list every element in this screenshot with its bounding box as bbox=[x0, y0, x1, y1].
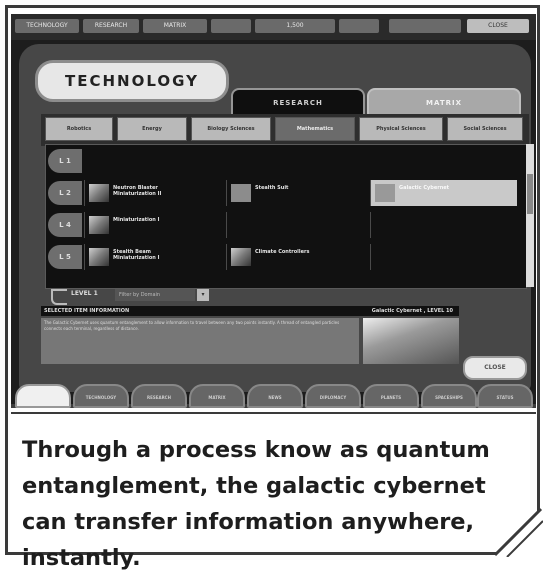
grid-row: L 5 Stealth Beam Miniaturization I Clima… bbox=[46, 243, 516, 271]
top-bar-item[interactable] bbox=[389, 19, 461, 33]
credits-readout: 1,500 bbox=[255, 19, 335, 33]
tech-cell[interactable]: Stealth Suit bbox=[226, 180, 369, 206]
tech-name: Stealth Suit bbox=[255, 185, 289, 191]
tech-thumbnail bbox=[231, 184, 251, 202]
info-description: The Galactic Cybernet uses quantum entan… bbox=[41, 318, 359, 364]
grid-row: L 4 Miniaturization I bbox=[46, 211, 516, 239]
tech-thumbnail bbox=[231, 248, 251, 266]
close-button[interactable]: CLOSE bbox=[463, 356, 527, 380]
level-label: L 4 bbox=[48, 213, 82, 237]
tech-name: Climate Controllers bbox=[255, 249, 310, 255]
bottom-tab[interactable]: RESEARCH bbox=[131, 384, 187, 408]
tech-cell[interactable]: Stealth Beam Miniaturization I bbox=[84, 244, 225, 270]
info-title: SELECTED ITEM INFORMATION bbox=[44, 308, 130, 314]
top-bar-item[interactable]: TECHNOLOGY bbox=[15, 19, 79, 33]
tech-cell-empty bbox=[370, 212, 517, 238]
info-header: SELECTED ITEM INFORMATION Galactic Cyber… bbox=[41, 306, 459, 316]
tech-thumbnail bbox=[89, 248, 109, 266]
level-label: LEVEL 1 bbox=[71, 290, 98, 297]
chevron-down-icon[interactable]: ▾ bbox=[197, 289, 209, 301]
tech-preview-image bbox=[363, 318, 459, 364]
game-screen: TECHNOLOGY RESEARCH MATRIX 1,500 CLOSE T… bbox=[11, 14, 536, 408]
subtab-mathematics[interactable]: Mathematics bbox=[275, 117, 355, 141]
domain-dropdown[interactable]: Filter by Domain bbox=[115, 289, 195, 301]
tech-name: Neutron Blaster Miniaturization II bbox=[113, 185, 162, 197]
tech-thumbnail bbox=[375, 184, 395, 202]
subtab-robotics[interactable]: Robotics bbox=[45, 117, 113, 141]
tech-cell[interactable]: Neutron Blaster Miniaturization II bbox=[84, 180, 225, 206]
top-bar-item[interactable] bbox=[211, 19, 251, 33]
top-bar-item[interactable] bbox=[339, 19, 379, 33]
info-item-level: Galactic Cybernet , LEVEL 10 bbox=[371, 308, 453, 314]
bottom-tab[interactable]: DIPLOMACY bbox=[305, 384, 361, 408]
grid-row: L 2 Neutron Blaster Miniaturization II S… bbox=[46, 179, 517, 207]
bottom-tab[interactable]: PLANETS bbox=[363, 384, 419, 408]
grid-row: L 1 bbox=[46, 147, 516, 175]
subtab-energy[interactable]: Energy bbox=[117, 117, 187, 141]
tech-grid: L 1 L 2 Neutron Blaster Miniaturization … bbox=[45, 144, 527, 289]
subtab-biology-sciences[interactable]: Biology Sciences bbox=[191, 117, 271, 141]
technology-title-tab[interactable]: TECHNOLOGY bbox=[35, 60, 229, 102]
level-arrow-icon bbox=[51, 289, 67, 305]
level-label: L 5 bbox=[48, 245, 82, 269]
tech-name: Stealth Beam Miniaturization I bbox=[113, 249, 160, 261]
page-curl-icon bbox=[493, 507, 543, 557]
bottom-tab[interactable]: STATUS bbox=[477, 384, 533, 408]
level-label: L 2 bbox=[48, 181, 82, 205]
top-bar: TECHNOLOGY RESEARCH MATRIX 1,500 CLOSE bbox=[11, 14, 536, 40]
caption-divider bbox=[11, 412, 536, 414]
top-bar-close[interactable]: CLOSE bbox=[467, 19, 529, 33]
tech-thumbnail bbox=[89, 184, 109, 202]
tech-name: Miniaturization I bbox=[113, 217, 160, 223]
figure-frame: TECHNOLOGY RESEARCH MATRIX 1,500 CLOSE T… bbox=[0, 0, 547, 571]
tech-cell-selected[interactable]: Galactic Cybernet bbox=[370, 180, 517, 206]
subtab-physical-sciences[interactable]: Physical Sciences bbox=[359, 117, 443, 141]
grid-scrollbar[interactable] bbox=[526, 144, 534, 287]
bottom-tab[interactable]: NEWS bbox=[247, 384, 303, 408]
tech-cell-empty bbox=[370, 244, 517, 270]
scrollbar-thumb[interactable] bbox=[527, 174, 533, 214]
tab-research[interactable]: RESEARCH bbox=[231, 88, 365, 116]
bottom-tab[interactable]: TECHNOLOGY bbox=[73, 384, 129, 408]
tech-cell[interactable]: Climate Controllers bbox=[226, 244, 369, 270]
tech-thumbnail bbox=[89, 216, 109, 234]
bottom-tab-bar: TECHNOLOGY RESEARCH MATRIX NEWS DIPLOMAC… bbox=[11, 380, 536, 410]
figure-caption: Through a process know as quantum entang… bbox=[22, 437, 490, 571]
subtab-social-sciences[interactable]: Social Sciences bbox=[447, 117, 523, 141]
top-bar-item[interactable]: MATRIX bbox=[143, 19, 207, 33]
tab-matrix[interactable]: MATRIX bbox=[367, 88, 521, 116]
tech-cell-empty bbox=[226, 212, 369, 238]
bottom-tab[interactable]: MATRIX bbox=[189, 384, 245, 408]
bottom-tab[interactable]: SPACESHIPS bbox=[421, 384, 477, 408]
tech-name: Galactic Cybernet bbox=[399, 185, 450, 191]
bottom-tab[interactable] bbox=[15, 384, 71, 408]
level-label: L 1 bbox=[48, 149, 82, 173]
level-selector: LEVEL 1 Filter by Domain ▾ bbox=[51, 289, 211, 305]
top-bar-item[interactable]: RESEARCH bbox=[83, 19, 139, 33]
tech-cell[interactable]: Miniaturization I bbox=[84, 212, 225, 238]
